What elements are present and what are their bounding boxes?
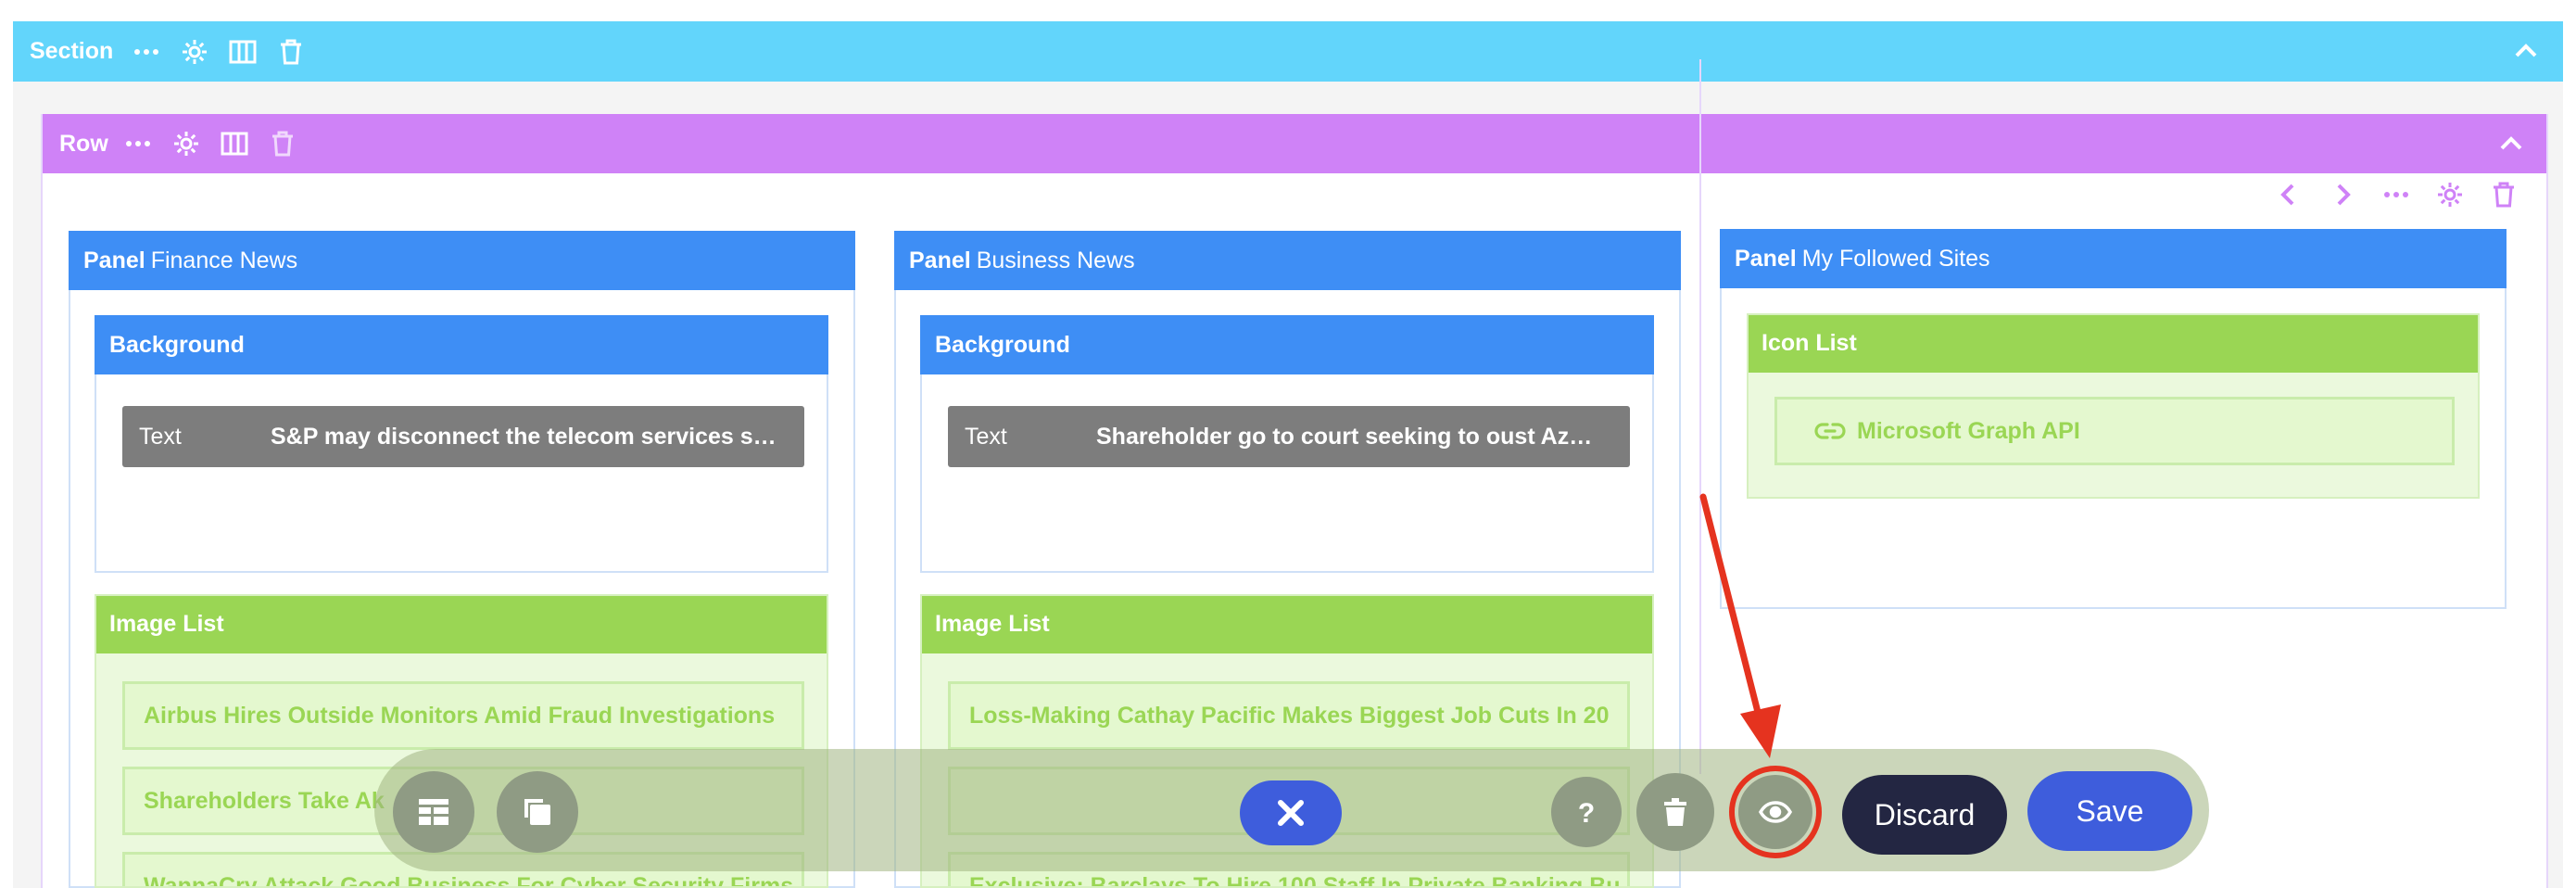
chevron-up-icon[interactable] <box>2496 129 2526 159</box>
icon-list-item[interactable]: Microsoft Graph API <box>1774 397 2455 465</box>
layout-button[interactable] <box>393 771 474 853</box>
gear-icon[interactable] <box>171 129 201 159</box>
layout-icon <box>419 799 448 825</box>
section-header[interactable]: Section <box>13 21 2563 82</box>
save-button[interactable]: Save <box>2027 771 2192 851</box>
trash-icon[interactable] <box>268 129 297 159</box>
columns-icon[interactable] <box>228 37 258 67</box>
discard-button[interactable]: Discard <box>1842 775 2007 855</box>
text-widget[interactable]: Text Shareholder go to court seeking to … <box>948 406 1630 467</box>
panel-title: Business News <box>976 247 1135 273</box>
text-widget[interactable]: Text S&P may disconnect the telecom serv… <box>122 406 804 467</box>
columns-icon[interactable] <box>220 129 249 159</box>
panel-prefix: Panel <box>909 247 971 273</box>
image-list-header[interactable]: Image List <box>922 596 1652 653</box>
section-title: Section <box>30 38 114 64</box>
link-icon <box>1814 423 1846 439</box>
row-header[interactable]: Row <box>43 114 2546 173</box>
text-widget-label: Text <box>965 423 1007 450</box>
panel-prefix: Panel <box>1735 245 1797 272</box>
copy-icon <box>524 799 550 825</box>
close-button[interactable] <box>1240 780 1342 845</box>
column-toolbar <box>2252 178 2520 211</box>
list-item[interactable]: Loss-Making Cathay Pacific Makes Biggest… <box>948 681 1630 750</box>
svg-text:?: ? <box>1578 798 1595 829</box>
panel-title: My Followed Sites <box>1801 245 1990 272</box>
chevron-left-icon[interactable] <box>2272 178 2305 211</box>
icon-list-item-label: Microsoft Graph API <box>1857 417 2080 444</box>
close-icon <box>1278 800 1304 826</box>
gear-icon[interactable] <box>180 37 209 67</box>
list-item[interactable]: Airbus Hires Outside Monitors Amid Fraud… <box>122 681 804 750</box>
text-widget-label: Text <box>139 423 182 450</box>
trash-icon[interactable] <box>2487 178 2520 211</box>
image-list-header[interactable]: Image List <box>96 596 827 653</box>
column-divider[interactable] <box>1699 59 1701 774</box>
trash-icon <box>1664 798 1686 826</box>
gear-icon[interactable] <box>2433 178 2467 211</box>
copy-button[interactable] <box>497 771 578 853</box>
ellipsis-icon[interactable] <box>123 129 153 159</box>
background-header[interactable]: Background <box>920 315 1654 374</box>
chevron-up-icon[interactable] <box>2511 36 2541 66</box>
panel-header[interactable]: Panel Business News <box>894 231 1681 290</box>
background-block[interactable]: Background Text Shareholder go to court … <box>920 315 1654 573</box>
background-header[interactable]: Background <box>95 315 828 374</box>
text-widget-value: S&P may disconnect the telecom services … <box>271 423 799 450</box>
ellipsis-icon[interactable] <box>132 37 161 67</box>
panel-header[interactable]: Panel My Followed Sites <box>1720 229 2507 288</box>
icon-list-block[interactable]: Icon List Microsoft Graph API <box>1747 313 2480 499</box>
delete-button[interactable] <box>1636 773 1714 851</box>
floating-action-bar: ? Discard Save <box>374 749 2209 871</box>
text-widget-value: Shareholder go to court seeking to oust … <box>1096 423 1623 450</box>
trash-icon[interactable] <box>276 37 306 67</box>
row-title: Row <box>59 130 108 157</box>
chevron-right-icon[interactable] <box>2326 178 2359 211</box>
panel-title: Finance News <box>150 247 298 273</box>
help-button[interactable]: ? <box>1551 777 1622 847</box>
help-icon: ? <box>1578 798 1595 829</box>
panel-prefix: Panel <box>83 247 145 273</box>
annotation-highlight-circle <box>1729 766 1822 858</box>
background-block[interactable]: Background Text S&P may disconnect the t… <box>95 315 828 573</box>
panel-header[interactable]: Panel Finance News <box>69 231 855 290</box>
icon-list-header[interactable]: Icon List <box>1749 315 2478 373</box>
ellipsis-icon[interactable] <box>2380 178 2413 211</box>
